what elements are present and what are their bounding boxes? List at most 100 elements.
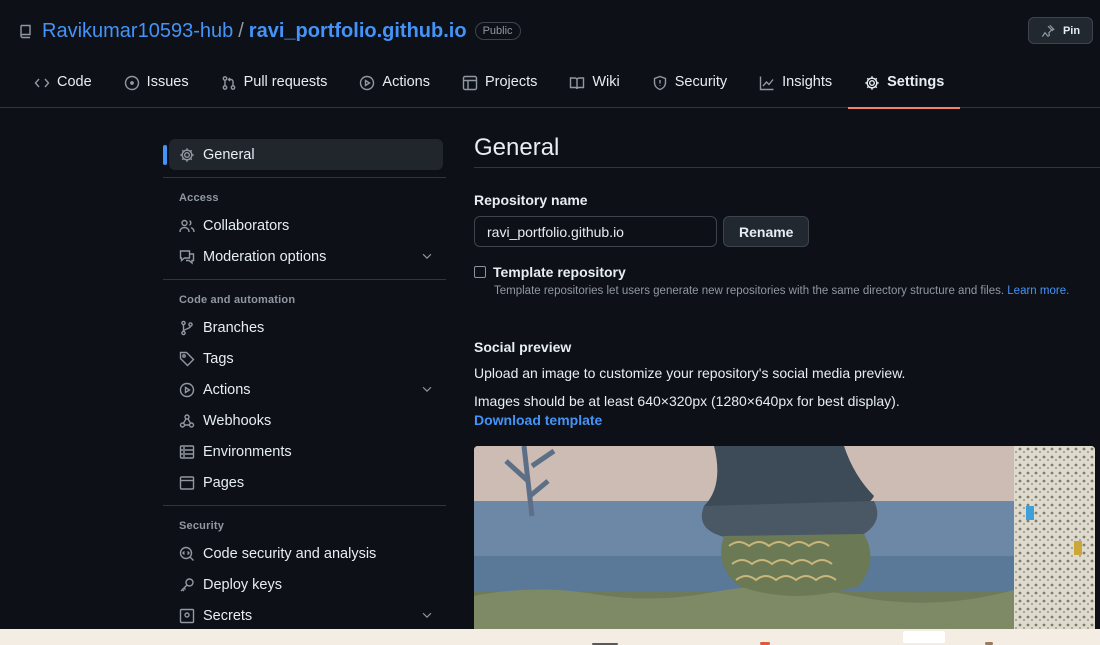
rename-button[interactable]: Rename: [723, 216, 810, 247]
sidebar-item-moderation[interactable]: Moderation options: [163, 241, 446, 272]
sidebar-item-label: Collaborators: [203, 217, 290, 234]
social-preview-description: Upload an image to customize your reposi…: [474, 365, 906, 381]
tab-label: Wiki: [592, 74, 620, 90]
download-template-link[interactable]: Download template: [474, 412, 1100, 428]
tab-actions[interactable]: Actions: [343, 66, 446, 108]
taskbar-icon[interactable]: [903, 631, 945, 643]
sidebar-item-label: Secrets: [203, 607, 253, 624]
codescan-icon: [179, 546, 194, 561]
rename-row: Rename: [474, 216, 1100, 247]
browser-icon: [179, 475, 195, 490]
repo-tabs: Code Issues Pull requests Actions Projec…: [18, 66, 961, 109]
sidebar-item-label: Tags: [203, 350, 234, 367]
sidebar-item-label: Branches: [203, 319, 265, 336]
sidebar-item-deploy-keys[interactable]: Deploy keys: [163, 569, 446, 600]
sidebar-item-collaborators[interactable]: Collaborators: [163, 210, 446, 241]
tab-label: Pull requests: [243, 74, 328, 90]
sidebar-item-label: Deploy keys: [203, 576, 282, 593]
sidebar-item-label: Code security and analysis: [203, 545, 377, 562]
tab-settings[interactable]: Settings: [848, 66, 961, 109]
sidebar-item-general[interactable]: General: [163, 139, 443, 170]
branch-icon: [181, 320, 193, 335]
tab-label: Actions: [382, 74, 430, 90]
sidebar-item-pages[interactable]: Pages: [163, 467, 446, 498]
tab-projects[interactable]: Projects: [446, 66, 553, 108]
repo-owner-link[interactable]: Ravikumar10593-hub: [42, 20, 233, 43]
tab-label: Projects: [484, 74, 538, 90]
lock-box-icon: [179, 608, 195, 623]
chevron-down-icon[interactable]: [420, 249, 434, 263]
buddha-mural-image: [474, 446, 1095, 629]
book-icon: [570, 77, 585, 90]
sidebar-item-branches[interactable]: Branches: [163, 312, 446, 343]
os-taskbar: [0, 629, 1100, 645]
gear-icon: [865, 76, 879, 90]
sidebar-item-environments[interactable]: Environments: [163, 436, 446, 467]
tab-label: Security: [674, 74, 728, 90]
play-icon: [360, 75, 375, 91]
pin-button[interactable]: Pin: [1028, 17, 1093, 44]
settings-sidebar: General Access Collaborators Moderation …: [163, 139, 446, 631]
gear-icon: [180, 147, 194, 162]
tab-pull-requests[interactable]: Pull requests: [205, 66, 344, 108]
divider: [163, 177, 446, 178]
repo-name-link[interactable]: ravi_portfolio.github.io: [249, 20, 467, 43]
repo-header: Ravikumar10593-hub / ravi_portfolio.gith…: [0, 0, 1100, 109]
visibility-badge: Public: [474, 22, 521, 40]
path-separator: /: [238, 19, 244, 42]
page-title: General: [474, 130, 1100, 168]
tab-label: Settings: [887, 74, 945, 90]
chevron-down-icon[interactable]: [420, 382, 434, 396]
tab-code[interactable]: Code: [18, 66, 108, 108]
repo-title: Ravikumar10593-hub / ravi_portfolio.gith…: [18, 18, 521, 44]
pull-request-icon: [222, 76, 235, 90]
sidebar-item-tags[interactable]: Tags: [163, 343, 446, 374]
social-preview-size-hint: Images should be at least 640×320px (128…: [474, 393, 900, 409]
template-hint-text: Template repositories let users generate…: [494, 285, 1005, 297]
divider: [163, 279, 446, 280]
sidebar-item-label: Pages: [203, 474, 245, 491]
repo-icon: [18, 22, 36, 40]
social-preview-title: Social preview: [474, 339, 572, 355]
sidebar-item-label: General: [203, 146, 255, 163]
tab-insights[interactable]: Insights: [743, 66, 848, 108]
tab-label: Insights: [782, 74, 833, 90]
server-icon: [179, 444, 195, 459]
divider: [163, 505, 446, 506]
template-repository-checkbox[interactable]: [474, 266, 486, 278]
key-icon: [180, 577, 194, 591]
sidebar-item-label: Webhooks: [203, 412, 272, 429]
sidebar-heading-security: Security: [179, 520, 225, 532]
chevron-down-icon[interactable]: [420, 608, 434, 622]
settings-main: General Repository name Rename Template …: [474, 130, 1100, 428]
code-icon: [34, 78, 50, 88]
sidebar-item-webhooks[interactable]: Webhooks: [163, 405, 446, 436]
social-preview-image[interactable]: [474, 446, 1095, 629]
graph-icon: [759, 76, 774, 91]
sidebar-item-secrets[interactable]: Secrets: [163, 600, 446, 631]
tab-issues[interactable]: Issues: [108, 66, 205, 108]
sidebar-item-actions[interactable]: Actions: [163, 374, 446, 405]
sidebar-item-label: Environments: [203, 443, 292, 460]
people-icon: [179, 219, 195, 232]
learn-more-link[interactable]: Learn more.: [1007, 285, 1069, 297]
pin-label: Pin: [1062, 24, 1081, 37]
tab-wiki[interactable]: Wiki: [553, 66, 635, 108]
sidebar-heading-code: Code and automation: [179, 294, 296, 306]
template-repository-label[interactable]: Template repository: [493, 264, 626, 280]
tag-icon: [179, 351, 195, 366]
tab-security[interactable]: Security: [636, 66, 743, 108]
template-repository-row: Template repository: [474, 264, 1100, 280]
issue-icon: [124, 75, 139, 91]
sidebar-item-label: Actions: [203, 381, 251, 398]
repository-name-label: Repository name: [474, 192, 588, 208]
tab-label: Code: [57, 74, 92, 90]
table-icon: [462, 75, 478, 91]
webhook-icon: [179, 413, 195, 428]
sidebar-item-label: Moderation options: [203, 248, 327, 265]
sidebar-item-code-security[interactable]: Code security and analysis: [163, 538, 446, 569]
sidebar-heading-access: Access: [179, 192, 219, 204]
template-repository-hint: Template repositories let users generate…: [494, 285, 1100, 297]
comment-discussion-icon: [179, 249, 195, 264]
repository-name-input[interactable]: [474, 216, 717, 247]
